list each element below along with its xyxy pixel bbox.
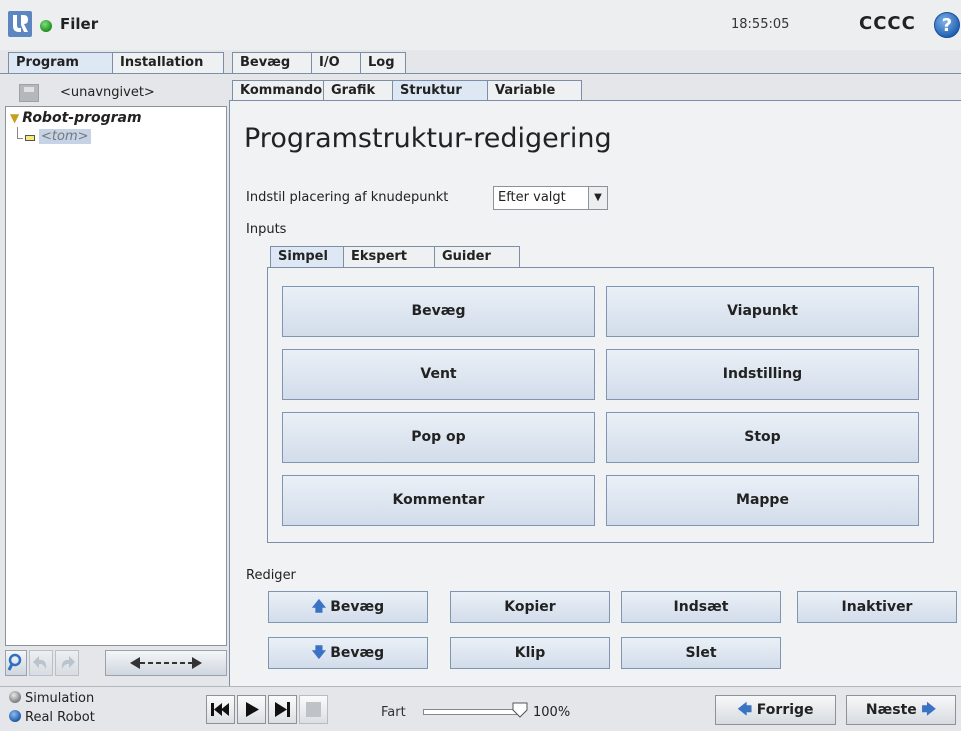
- edit-label: Rediger: [246, 568, 296, 583]
- copy-button[interactable]: Kopier: [450, 591, 610, 623]
- move-up-button[interactable]: 🡅 Bevæg: [268, 591, 428, 623]
- arrow-right-icon: 🡆: [921, 702, 937, 718]
- arrow-up-icon: 🡅: [311, 599, 327, 615]
- main-tab-bar: Program Installation: [8, 52, 224, 74]
- file-name: <unavngivet>: [60, 85, 155, 100]
- cmd-stop-button[interactable]: Stop: [606, 412, 919, 463]
- expand-collapse-button[interactable]: [105, 650, 227, 676]
- ur-logo: [8, 11, 32, 37]
- stop-icon: [306, 702, 321, 717]
- cmd-set-button[interactable]: Indstilling: [606, 349, 919, 400]
- undo-button[interactable]: [29, 650, 53, 676]
- cmd-comment-button[interactable]: Kommentar: [282, 475, 595, 526]
- save-icon[interactable]: [19, 84, 39, 102]
- redo-icon: [61, 656, 75, 669]
- deactivate-button[interactable]: Inaktiver: [797, 591, 957, 623]
- tab-simple[interactable]: Simpel: [270, 246, 344, 268]
- empty-node-icon: [25, 135, 35, 141]
- tab-expert[interactable]: Ekspert: [343, 246, 435, 268]
- files-menu[interactable]: Filer: [60, 15, 98, 33]
- speed-label: Fart: [381, 705, 406, 720]
- clock: 18:55:05: [731, 17, 790, 32]
- play-button[interactable]: [237, 695, 266, 724]
- tree-root[interactable]: ▼ Robot-program: [10, 110, 142, 126]
- tree-line: [17, 138, 23, 139]
- tab-command[interactable]: Kommando: [232, 80, 324, 102]
- previous-label: Forrige: [756, 702, 814, 718]
- inputs-label: Inputs: [246, 222, 287, 237]
- horizontal-arrows-icon: [130, 657, 202, 669]
- move-down-button[interactable]: 🡇 Bevæg: [268, 637, 428, 669]
- tab-variables[interactable]: Variable: [487, 80, 582, 102]
- simulation-option[interactable]: Simulation: [9, 691, 94, 706]
- step-button[interactable]: [268, 695, 297, 724]
- command-panel: Bevæg Viapunkt Vent Indstilling Pop op S…: [267, 267, 934, 543]
- input-tab-bar: Simpel Ekspert Guider: [270, 246, 520, 268]
- slider-knob-icon[interactable]: [512, 702, 528, 718]
- real-robot-icon: [9, 710, 21, 722]
- tree-child-empty[interactable]: <tom>: [39, 129, 91, 144]
- tab-graphics[interactable]: Grafik: [323, 80, 393, 102]
- tab-installation[interactable]: Installation: [112, 52, 224, 74]
- tab-program[interactable]: Program: [8, 52, 113, 74]
- robot-name: CCCC: [859, 13, 916, 34]
- sub-tab-bar: Kommando Grafik Struktur Variable: [232, 80, 582, 102]
- structure-editor: Programstruktur-redigering Indstil place…: [229, 100, 961, 686]
- paste-button[interactable]: Indsæt: [621, 591, 781, 623]
- next-label: Næste: [865, 702, 917, 718]
- skip-back-icon: [211, 703, 229, 716]
- speed-value: 100%: [533, 705, 571, 720]
- next-button[interactable]: Næste 🡆: [846, 695, 956, 725]
- simulation-label: Simulation: [25, 691, 95, 706]
- cut-button[interactable]: Klip: [450, 637, 610, 669]
- bottom-bar: Simulation Real Robot Fart 100% 🡄 Forrig…: [0, 686, 961, 731]
- cmd-wait-button[interactable]: Vent: [282, 349, 595, 400]
- simulation-icon: [9, 691, 21, 703]
- arrow-left-icon: 🡄: [737, 702, 752, 718]
- move-up-label: Bevæg: [330, 599, 385, 615]
- play-icon: [246, 702, 259, 717]
- cmd-move-button[interactable]: Bevæg: [282, 286, 595, 337]
- delete-button[interactable]: Slet: [621, 637, 781, 669]
- tab-wizards[interactable]: Guider: [434, 246, 520, 268]
- cmd-waypoint-button[interactable]: Viapunkt: [606, 286, 919, 337]
- top-bar: Filer 18:55:05 CCCC ?: [0, 0, 961, 50]
- tab-log[interactable]: Log: [360, 52, 406, 74]
- page-title: Programstruktur-redigering: [244, 123, 612, 154]
- help-icon[interactable]: ?: [934, 12, 960, 38]
- real-robot-option[interactable]: Real Robot: [9, 710, 95, 725]
- tab-move[interactable]: Bevæg: [232, 52, 312, 74]
- file-row: <unavngivet>: [8, 82, 226, 104]
- tree-root-label: Robot-program: [22, 110, 142, 126]
- redo-button[interactable]: [55, 650, 79, 676]
- tab-structure[interactable]: Struktur: [392, 80, 488, 102]
- placement-select[interactable]: Efter valgt ▼: [493, 186, 608, 210]
- main-tab-bar-right: Bevæg I/O Log: [232, 52, 406, 74]
- status-indicator-icon: [40, 20, 52, 32]
- skip-back-button[interactable]: [206, 695, 235, 724]
- arrow-down-icon: 🡇: [311, 645, 327, 661]
- chevron-down-icon[interactable]: ▼: [588, 187, 607, 209]
- tree-toolbar: [5, 650, 227, 678]
- program-tree: ▼ Robot-program <tom>: [5, 106, 227, 646]
- cmd-folder-button[interactable]: Mappe: [606, 475, 919, 526]
- speed-slider[interactable]: [423, 709, 518, 715]
- previous-button[interactable]: 🡄 Forrige: [715, 695, 836, 725]
- cmd-popup-button[interactable]: Pop op: [282, 412, 595, 463]
- search-button[interactable]: [5, 650, 27, 676]
- undo-icon: [33, 656, 47, 669]
- placement-value: Efter valgt: [498, 190, 566, 205]
- tab-rule: [0, 73, 961, 74]
- step-icon: [275, 702, 290, 717]
- stop-button[interactable]: [299, 695, 328, 724]
- move-down-label: Bevæg: [330, 645, 385, 661]
- tab-io[interactable]: I/O: [311, 52, 361, 74]
- expand-triangle-icon[interactable]: ▼: [10, 111, 19, 125]
- placement-label: Indstil placering af knudepunkt: [246, 190, 449, 205]
- real-robot-label: Real Robot: [25, 710, 95, 725]
- search-icon: [7, 653, 22, 671]
